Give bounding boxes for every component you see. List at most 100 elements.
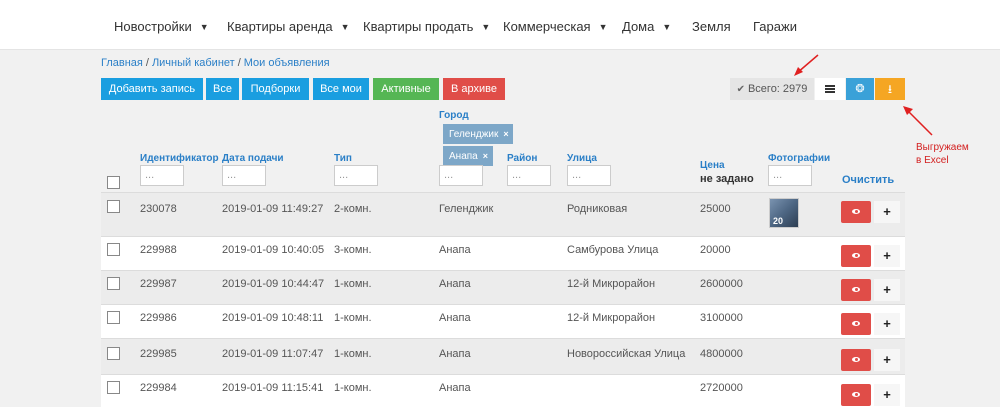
add-button[interactable]: + <box>874 279 900 301</box>
row-checkbox[interactable] <box>107 277 120 290</box>
chevron-down-icon: ▼ <box>340 22 350 32</box>
row-checkbox[interactable] <box>107 381 120 394</box>
gear-icon: ❂ <box>855 83 865 95</box>
nav-item-kommercheskaya[interactable]: Коммерческая ▼ <box>503 19 608 34</box>
nav-item-kvartiry-arenda[interactable]: Квартиры аренда ▼ <box>227 19 350 34</box>
city-cell: Анапа <box>439 312 471 324</box>
district-filter-input[interactable]: ... <box>507 165 551 186</box>
photo-count: 20 <box>773 216 784 226</box>
settings-button[interactable]: ❂ <box>846 78 874 100</box>
close-icon[interactable]: × <box>503 129 508 139</box>
nav-item-novostroyki[interactable]: Новостройки ▼ <box>114 19 209 34</box>
date-cell: 2019-01-09 10:44:47 <box>222 278 325 290</box>
export-excel-button[interactable]: ⭳ <box>875 78 905 100</box>
clear-filters-link[interactable]: Очистить <box>842 174 894 186</box>
table-row: 230078 2019-01-09 11:49:27 2-комн. Гелен… <box>101 192 905 236</box>
photos-filter-input[interactable]: ... <box>768 165 812 186</box>
table-row: 229987 2019-01-09 10:44:47 1-комн. Анапа… <box>101 270 905 304</box>
type-cell: 1-комн. <box>334 382 372 394</box>
city-cell: Анапа <box>439 244 471 256</box>
city-filter-input[interactable]: ... <box>439 165 483 186</box>
list-view-button[interactable] <box>815 78 845 100</box>
view-button[interactable] <box>841 279 871 301</box>
nav-item-doma[interactable]: Дома ▼ <box>622 19 671 34</box>
city-chip[interactable]: Геленджик × <box>443 124 513 144</box>
table-row: 229988 2019-01-09 10:40:05 3-комн. Анапа… <box>101 236 905 270</box>
row-checkbox[interactable] <box>107 347 120 360</box>
street-filter-input[interactable]: ... <box>567 165 611 186</box>
row-checkbox[interactable] <box>107 311 120 324</box>
date-filter-input[interactable]: ... <box>222 165 266 186</box>
nav-label: Коммерческая <box>503 19 591 34</box>
row-checkbox[interactable] <box>107 200 120 213</box>
nav-item-kvartiry-prodat[interactable]: Квартиры продать ▼ <box>363 19 490 34</box>
row-checkbox[interactable] <box>107 243 120 256</box>
filter-all-button[interactable]: Все <box>206 78 239 100</box>
street-column-header[interactable]: Улица <box>567 153 597 164</box>
select-all-checkbox[interactable] <box>107 176 120 189</box>
view-button[interactable] <box>841 201 871 223</box>
photo-thumbnail[interactable]: 20 <box>769 198 799 228</box>
nav-item-garazhi[interactable]: Гаражи <box>753 19 797 34</box>
archive-button[interactable]: В архиве <box>443 78 505 100</box>
date-cell: 2019-01-09 11:49:27 <box>222 203 324 215</box>
price-column-header[interactable]: Цена <box>700 160 725 171</box>
add-button[interactable]: + <box>874 201 900 223</box>
type-cell: 1-комн. <box>334 278 372 290</box>
total-count-badge: ✔ Всего: 2979 <box>730 78 814 100</box>
view-button[interactable] <box>841 384 871 406</box>
street-cell: 12-й Микрорайон <box>567 278 656 290</box>
breadcrumb: Главная / Личный кабинет / Мои объявления <box>101 57 330 69</box>
chevron-down-icon: ▼ <box>662 22 672 32</box>
view-button[interactable] <box>841 245 871 267</box>
collections-button[interactable]: Подборки <box>242 78 309 100</box>
street-cell: Самбурова Улица <box>567 244 659 256</box>
type-filter-input[interactable]: ... <box>334 165 378 186</box>
all-mine-button[interactable]: Все мои <box>313 78 369 100</box>
breadcrumb-cabinet[interactable]: Личный кабинет <box>152 57 235 69</box>
type-cell: 3-комн. <box>334 244 372 256</box>
check-icon: ✔ <box>736 84 745 95</box>
price-cell: 20000 <box>700 244 731 256</box>
type-cell: 1-комн. <box>334 312 372 324</box>
add-button[interactable]: + <box>874 349 900 371</box>
add-record-button[interactable]: Добавить запись <box>101 78 203 100</box>
nav-label: Земля <box>692 19 731 34</box>
nav-label: Дома <box>622 19 655 34</box>
type-cell: 2-комн. <box>334 203 372 215</box>
breadcrumb-my-ads[interactable]: Мои объявления <box>244 57 330 69</box>
type-cell: 1-комн. <box>334 348 372 360</box>
street-cell: Родниковая <box>567 203 628 215</box>
view-button[interactable] <box>841 349 871 371</box>
date-column-header[interactable]: Дата подачи <box>222 153 284 164</box>
date-cell: 2019-01-09 11:15:41 <box>222 382 324 394</box>
date-cell: 2019-01-09 10:40:05 <box>222 244 325 256</box>
id-column-header[interactable]: Идентификатор <box>140 153 219 164</box>
close-icon[interactable]: × <box>483 151 488 161</box>
add-button[interactable]: + <box>874 245 900 267</box>
nav-item-zemlya[interactable]: Земля <box>692 19 731 34</box>
city-chip-label: Анапа <box>449 151 478 162</box>
view-button[interactable] <box>841 313 871 335</box>
date-cell: 2019-01-09 11:07:47 <box>222 348 324 360</box>
breadcrumb-home[interactable]: Главная <box>101 57 143 69</box>
id-cell: 229986 <box>140 312 177 324</box>
id-filter-input[interactable]: ... <box>140 165 184 186</box>
price-cell: 4800000 <box>700 348 743 360</box>
id-cell: 229987 <box>140 278 177 290</box>
district-column-header[interactable]: Район <box>507 153 537 164</box>
city-chip[interactable]: Анапа × <box>443 146 493 166</box>
annotation-line: Выгружаем <box>916 142 969 153</box>
city-chip-label: Геленджик <box>449 129 499 140</box>
photos-column-header[interactable]: Фотографии <box>768 153 830 164</box>
city-filter-label: Город <box>439 110 469 121</box>
top-nav: Новостройки ▼ Квартиры аренда ▼ Квартиры п… <box>0 0 1000 50</box>
type-column-header[interactable]: Тип <box>334 153 352 164</box>
add-button[interactable]: + <box>874 313 900 335</box>
price-sort-label: не задано <box>700 173 754 185</box>
menu-icon <box>825 85 835 93</box>
active-button[interactable]: Активные <box>373 78 439 100</box>
annotation-line: в Excel <box>916 155 949 166</box>
add-button[interactable]: + <box>874 384 900 406</box>
nav-label: Квартиры продать <box>363 19 474 34</box>
